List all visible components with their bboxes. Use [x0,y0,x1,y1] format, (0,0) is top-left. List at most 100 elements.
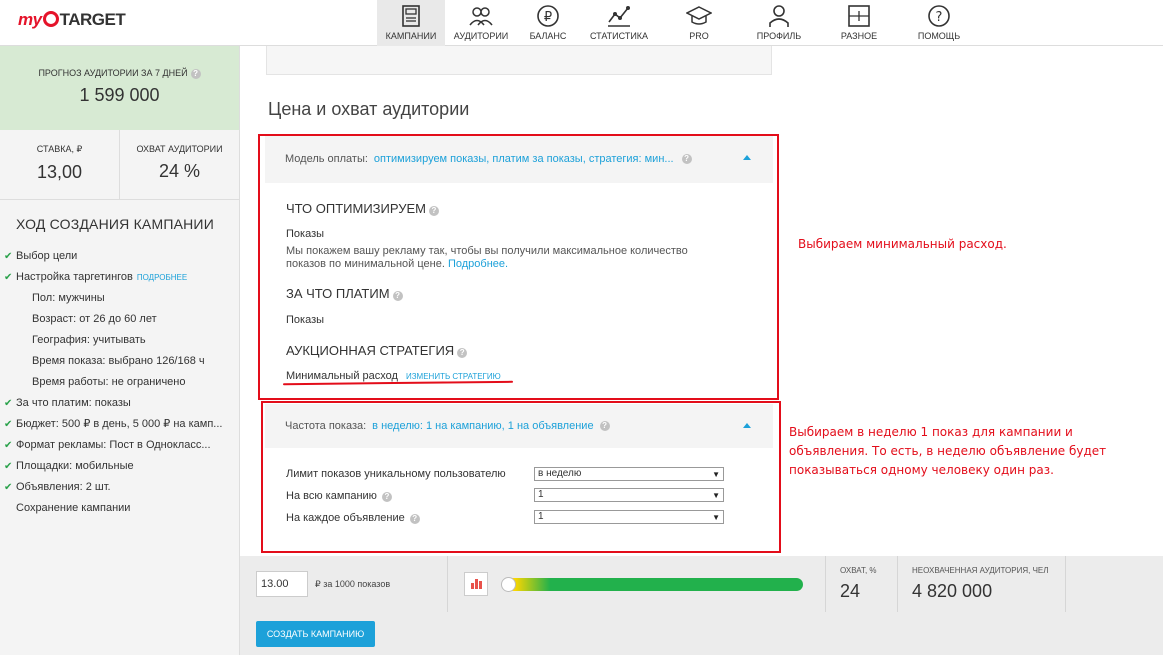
limit-label: Лимит показов уникальному пользователю [286,468,506,480]
check-icon: ✔ [4,419,13,430]
stats-row: СТАВКА, ₽ 13,00 ОХВАТ АУДИТОРИИ 24 % [0,130,239,200]
reach-pct-label: ОХВАТ, % [840,566,877,575]
help-icon[interactable]: ? [392,291,403,301]
ad-label: На каждое объявление? [286,512,420,524]
step-item[interactable]: ✔ Бюджет: 500 ₽ в день, 5 000 ₽ на камп..… [4,414,239,435]
divider [897,556,898,612]
more-link[interactable]: ПОДРОБНЕЕ [137,273,187,282]
chart-bar-icon [479,581,482,589]
payment-model-card: Модель оплаты: оптимизируем показы, плат… [265,135,773,395]
svg-text:?: ? [936,10,943,25]
reach-pct-value: 24 [840,581,861,601]
ad-select[interactable]: 1 [534,510,724,524]
reach-stat: ОХВАТ АУДИТОРИИ 24 % [119,130,239,199]
payment-model-value[interactable]: оптимизируем показы, платим за показы, с… [374,153,674,165]
step-subitem: Возраст: от 26 до 60 лет [32,313,157,325]
nav-statistics-label: Статистика [589,31,649,41]
help-icon[interactable]: ? [599,421,610,431]
section-title: Цена и охват аудитории [268,99,470,119]
step-item[interactable]: ✔ Площадки: мобильные [4,456,239,477]
campaign-label: На всю кампанию? [286,490,392,502]
nav-help-label: Помощь [917,31,961,41]
step-item[interactable]: ✔ Выбор цели [4,246,239,267]
campaigns-icon [402,5,420,27]
help-icon: ? [928,5,950,27]
chart-button[interactable] [464,572,488,596]
check-icon: ✔ [4,251,13,262]
nav-profile-label: Профиль [756,31,802,41]
frequency-value[interactable]: в неделю: 1 на кампанию, 1 на объявление [372,420,593,432]
payment-model-header[interactable]: Модель оплаты: оптимизируем показы, плат… [265,135,773,183]
graduation-cap-icon [686,6,712,25]
reach-slider-track[interactable] [502,578,803,591]
step-item[interactable]: ✔ Формат рекламы: Пост в Однокласс... [4,435,239,456]
misc-icon [848,5,870,27]
check-icon: ✔ [4,272,13,283]
nav-pro-label: PRO [689,31,709,41]
nav-statistics[interactable]: Статистика [579,0,659,46]
strategy-row: Минимальный расход ИЗМЕНИТЬ СТРАТЕГИЮ [286,370,501,382]
reach-slider-handle[interactable] [501,577,516,592]
nav-balance[interactable]: ₽ Баланс [517,0,579,46]
reach-value: 24 % [158,161,201,181]
help-icon[interactable]: ? [409,514,420,524]
limit-select[interactable]: в неделю [534,467,724,481]
mytarget-logo[interactable]: my TARGET [18,10,126,30]
step-item[interactable]: Сохранение кампании [4,498,239,519]
optimize-title: ЧТО ОПТИМИЗИРУЕМ? [286,201,439,216]
rate-label: СТАВКА, ₽ [36,144,83,154]
check-icon: ✔ [4,440,13,451]
stats-icon [608,6,630,27]
audiences-icon [469,7,493,26]
help-icon[interactable]: ? [681,154,692,164]
step-item[interactable]: ✔ Настройка таргетингов ПОДРОБНЕЕ [4,267,239,288]
uncovered-label: НЕОХВАЧЕННАЯ АУДИТОРИЯ, ЧЕЛ [912,566,1049,575]
strategy-value: Минимальный расход [286,370,398,382]
campaign-select[interactable]: 1 [534,488,724,502]
main-nav: Кампании Аудитории ₽ Баланс Статистика P… [377,0,979,46]
reach-label: ОХВАТ АУДИТОРИИ [136,144,223,154]
rate-value: 13,00 [36,162,83,182]
step-subitem: Время показа: выбрано 126/168 ч [32,355,205,367]
step-item[interactable]: ✔ Объявления: 2 шт. [4,477,239,498]
check-icon: ✔ [4,482,13,493]
help-icon[interactable]: ? [457,348,468,358]
nav-misc[interactable]: Разное [819,0,899,46]
profile-icon [769,5,789,27]
progress-title: ХОД СОЗДАНИЯ КАМПАНИИ [16,216,214,232]
forecast-panel: ПРОГНОЗ АУДИТОРИИ ЗА 7 ДНЕЙ? 1 599 000 [0,46,239,130]
nav-pro[interactable]: PRO [659,0,739,46]
help-icon[interactable]: ? [381,492,392,502]
collapse-icon[interactable] [743,423,751,428]
step-subitem: Время работы: не ограничено [32,376,186,388]
rate-stat: СТАВКА, ₽ 13,00 [0,130,119,199]
collapse-icon[interactable] [743,155,751,160]
svg-text:₽: ₽ [544,10,552,25]
logo-ring-icon [42,11,59,27]
price-input[interactable]: 13.00 [256,571,308,597]
logo-my: my [18,10,42,29]
main-content: Цена и охват аудитории Модель оплаты: оп… [240,46,1163,556]
pay-title: ЗА ЧТО ПЛАТИМ? [286,286,403,301]
nav-balance-label: Баланс [529,31,567,41]
step-item[interactable]: ✔ За что платим: показы [4,393,239,414]
step-subitem: География: учитывать [32,334,146,346]
nav-audiences-label: Аудитории [453,31,509,41]
frequency-header[interactable]: Частота показа: в неделю: 1 на кампанию,… [265,404,773,448]
nav-campaigns[interactable]: Кампании [377,0,445,46]
nav-audiences[interactable]: Аудитории [445,0,517,46]
price-unit: ₽ за 1000 показов [315,579,391,589]
top-bar: my TARGET Кампании Аудитории ₽ Баланс Ста… [0,0,1163,46]
divider [447,556,448,612]
more-link[interactable]: Подробнее. [448,258,508,270]
help-icon[interactable]: ? [190,69,201,79]
chart-bar-icon [475,579,478,589]
nav-help[interactable]: ? Помощь [899,0,979,46]
sidebar: ПРОГНОЗ АУДИТОРИИ ЗА 7 ДНЕЙ? 1 599 000 С… [0,46,240,655]
change-strategy-link[interactable]: ИЗМЕНИТЬ СТРАТЕГИЮ [406,372,501,381]
strategy-title: АУКЦИОННАЯ СТРАТЕГИЯ? [286,343,468,358]
help-icon[interactable]: ? [429,206,439,216]
create-campaign-button[interactable]: СОЗДАТЬ КАМПАНИЮ [256,621,375,647]
nav-profile[interactable]: Профиль [739,0,819,46]
step-subitem: Пол: мужчины [32,292,105,304]
